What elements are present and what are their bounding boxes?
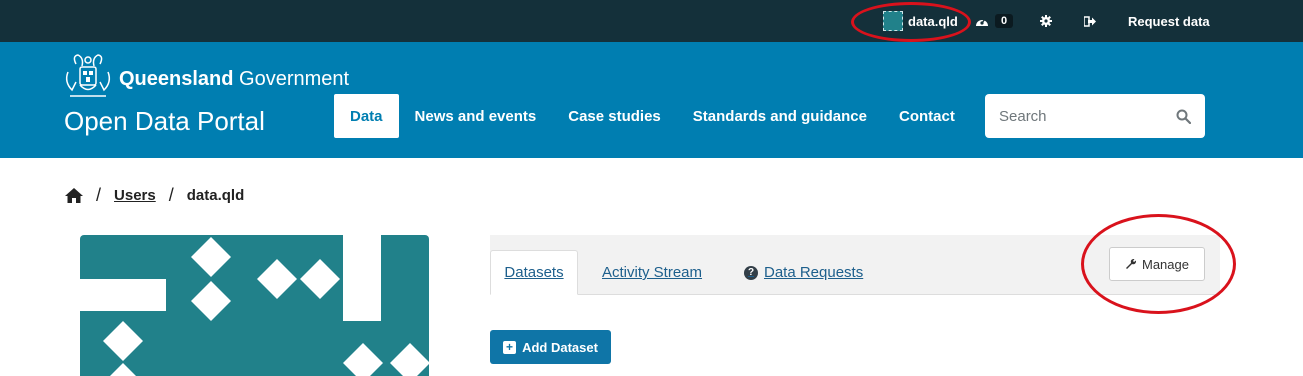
nav-item-news-and-events[interactable]: News and events — [399, 94, 553, 138]
profile-pattern-graphic — [80, 235, 429, 376]
request-data-link[interactable]: Request data — [1128, 0, 1210, 42]
breadcrumb-current: data.qld — [186, 186, 245, 204]
tab-data-requests-label: Data Requests — [764, 264, 864, 281]
home-icon[interactable] — [65, 187, 83, 203]
government-wordmark-rest: Government — [233, 68, 350, 90]
user-profile-image — [80, 235, 429, 376]
search-placeholder: Search — [999, 107, 1047, 125]
gear-icon — [1040, 15, 1052, 27]
portal-title[interactable]: Open Data Portal — [64, 106, 265, 137]
government-wordmark-bold: Queensland — [119, 68, 234, 90]
tab-datasets[interactable]: Datasets — [490, 250, 578, 295]
sign-out-icon — [1084, 15, 1096, 27]
add-dataset-button[interactable]: + Add Dataset — [490, 330, 611, 364]
top-utility-bar: data.qld 0 Request data — [0, 0, 1303, 42]
plus-square-icon: + — [503, 340, 517, 354]
government-wordmark: Queensland Government — [119, 68, 349, 91]
add-dataset-label: Add Dataset — [522, 339, 598, 355]
nav-item-data[interactable]: Data — [334, 94, 399, 138]
search-icon[interactable] — [1176, 109, 1191, 124]
breadcrumb: / Users / data.qld — [65, 184, 244, 206]
tab-activity-stream[interactable]: Activity Stream — [602, 250, 702, 295]
annotation-circle-user — [851, 2, 971, 42]
dashboard-icon — [976, 18, 988, 26]
breadcrumb-users-link[interactable]: Users — [114, 187, 156, 204]
main-navigation: Data News and events Case studies Standa… — [334, 94, 971, 138]
nav-item-contact[interactable]: Contact — [883, 94, 971, 138]
nav-item-standards-and-guidance[interactable]: Standards and guidance — [677, 94, 883, 138]
search-input[interactable]: Search — [985, 94, 1205, 138]
site-masthead: Queensland Government Open Data Portal D… — [0, 42, 1303, 158]
tab-data-requests[interactable]: ? Data Requests — [744, 250, 863, 295]
dashboard-link[interactable]: 0 — [975, 0, 1014, 42]
annotation-circle-manage — [1081, 214, 1236, 314]
nav-item-case-studies[interactable]: Case studies — [552, 94, 677, 138]
queensland-crest-logo[interactable] — [62, 52, 114, 102]
breadcrumb-separator: / — [96, 184, 102, 205]
sign-out-link[interactable] — [1084, 0, 1096, 42]
notification-count-badge: 0 — [995, 14, 1014, 28]
breadcrumb-separator: / — [168, 184, 174, 205]
settings-link[interactable] — [1040, 0, 1052, 42]
question-circle-icon: ? — [744, 265, 758, 280]
